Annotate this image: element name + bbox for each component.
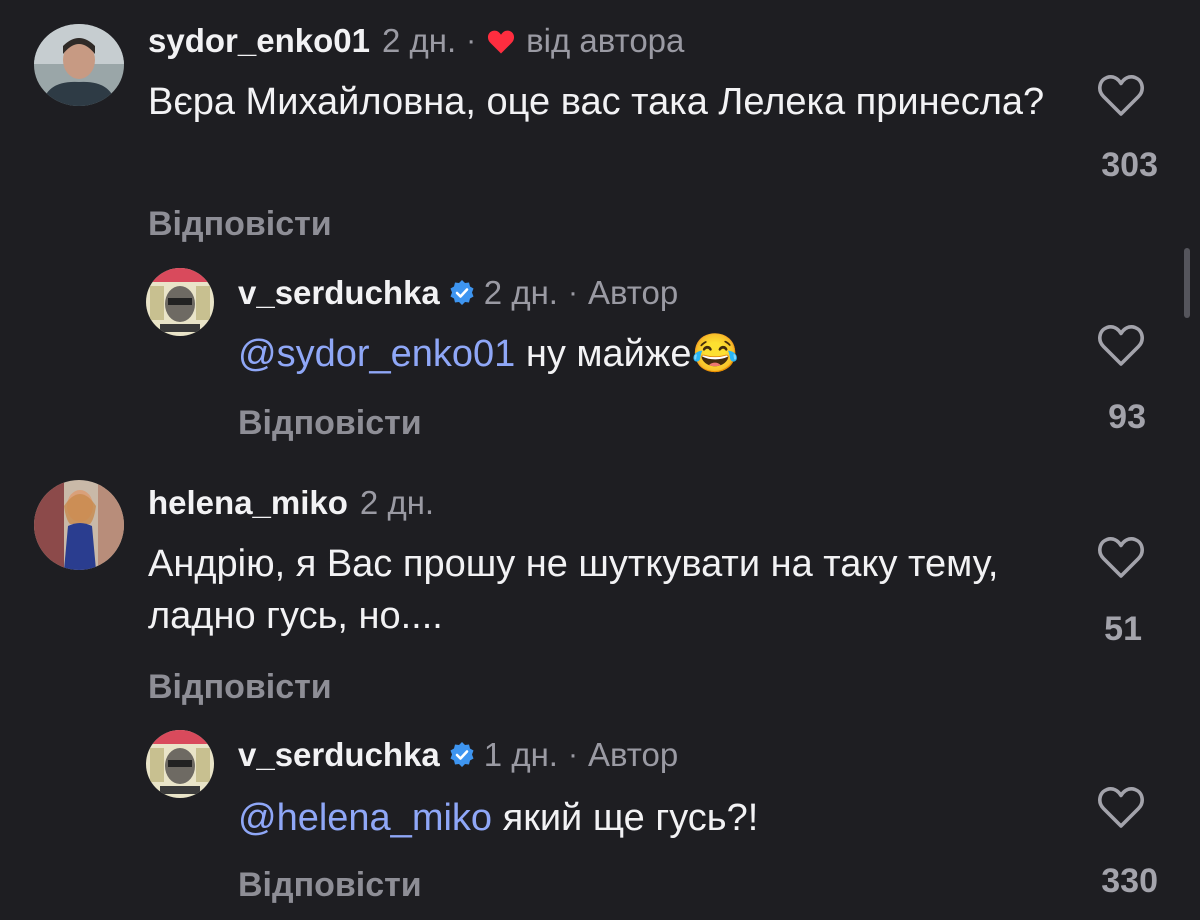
like-count: 93 — [1108, 398, 1146, 436]
verified-badge-icon — [450, 280, 474, 305]
username[interactable]: helena_miko — [148, 484, 348, 522]
separator: · — [567, 276, 578, 309]
reply-button[interactable]: Відповісти — [238, 866, 422, 905]
laughing-emoji: 😂 — [691, 333, 739, 375]
like-count: 303 — [1101, 146, 1158, 184]
comment-time: 2 дн. — [359, 484, 435, 521]
avatar[interactable] — [34, 24, 124, 106]
author-tag: Автор — [587, 736, 679, 773]
heart-outline-icon[interactable] — [1096, 534, 1146, 580]
mention-link[interactable]: @helena_miko — [238, 797, 492, 839]
comment-time: 1 дн. — [483, 736, 558, 773]
user-avatar-icon — [34, 24, 124, 106]
comment-text: @helena_miko який ще гусь?! — [238, 792, 1058, 844]
avatar[interactable] — [146, 730, 214, 798]
separator: · — [567, 738, 578, 771]
user-avatar-icon — [146, 268, 214, 336]
mention-link[interactable]: @sydor_enko01 — [238, 333, 515, 375]
comment-text: Андрію, я Вас прошу не шуткувати на таку… — [148, 543, 999, 637]
avatar[interactable] — [146, 268, 214, 336]
username[interactable]: v_serduchka — [238, 736, 440, 774]
user-avatar-icon — [146, 730, 214, 798]
author-tag: Автор — [587, 274, 679, 311]
verified-badge-icon — [450, 742, 474, 767]
heart-filled-icon — [488, 30, 515, 54]
scrollbar[interactable] — [1184, 248, 1190, 318]
reply-button[interactable]: Відповісти — [238, 404, 422, 443]
username[interactable]: sydor_enko01 — [148, 22, 370, 60]
liked-by-author-label: від автора — [526, 22, 685, 59]
like-count: 330 — [1101, 862, 1158, 900]
comment-time: 2 дн. — [381, 22, 457, 59]
comment-time: 2 дн. — [483, 274, 558, 311]
comment-text: Вєра Михайловна, оце вас така Лелека при… — [148, 81, 1045, 123]
separator: · — [466, 24, 477, 57]
heart-outline-icon[interactable] — [1096, 322, 1146, 368]
comment-text: @sydor_enko01 ну майже😂 — [238, 328, 1058, 380]
comment-header: helena_miko 2 дн. — [148, 482, 434, 524]
comment-header: sydor_enko01 2 дн. · від автора — [148, 20, 684, 62]
like-count: 51 — [1104, 610, 1142, 648]
comment-body: який ще гусь?! — [492, 797, 759, 839]
reply-button[interactable]: Відповісти — [148, 205, 332, 244]
heart-outline-icon[interactable] — [1096, 784, 1146, 830]
user-avatar-icon — [34, 480, 124, 570]
comment-header: v_serduchka 2 дн. · Автор — [238, 272, 678, 314]
username[interactable]: v_serduchka — [238, 274, 440, 312]
comment-body: ну майже — [515, 333, 692, 375]
avatar[interactable] — [34, 480, 124, 570]
reply-button[interactable]: Відповісти — [148, 668, 332, 707]
heart-outline-icon[interactable] — [1096, 72, 1146, 118]
comments-thread: sydor_enko01 2 дн. · від автора Вєра Мих… — [0, 0, 1200, 920]
comment-header: v_serduchka 1 дн. · Автор — [238, 734, 678, 776]
